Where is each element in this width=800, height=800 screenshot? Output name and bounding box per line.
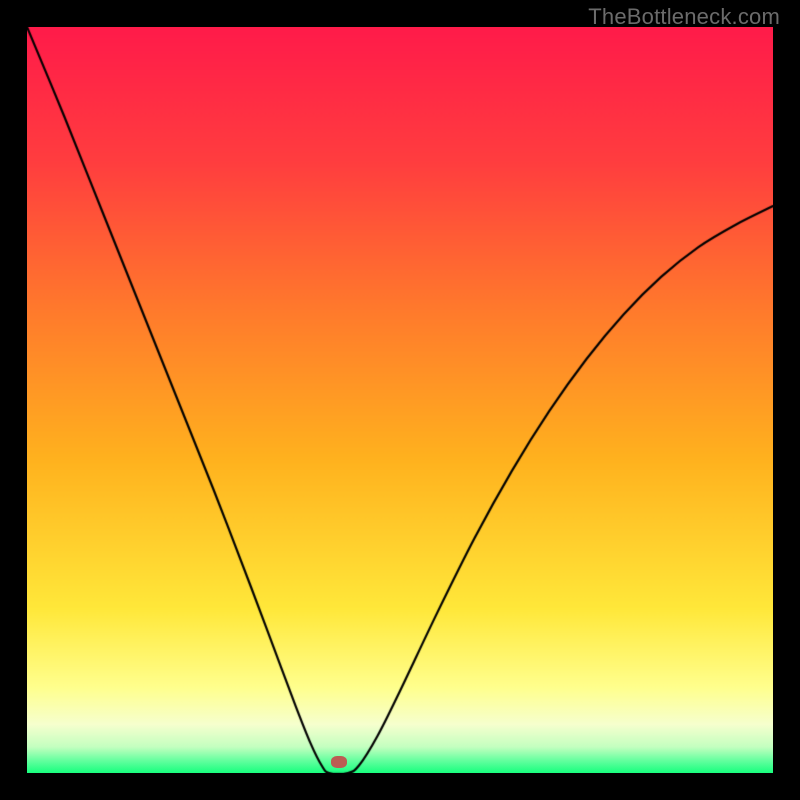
chart-frame: TheBottleneck.com [0, 0, 800, 800]
watermark-text: TheBottleneck.com [588, 4, 780, 30]
optimum-marker [331, 756, 347, 768]
bottleneck-curve [27, 27, 773, 773]
